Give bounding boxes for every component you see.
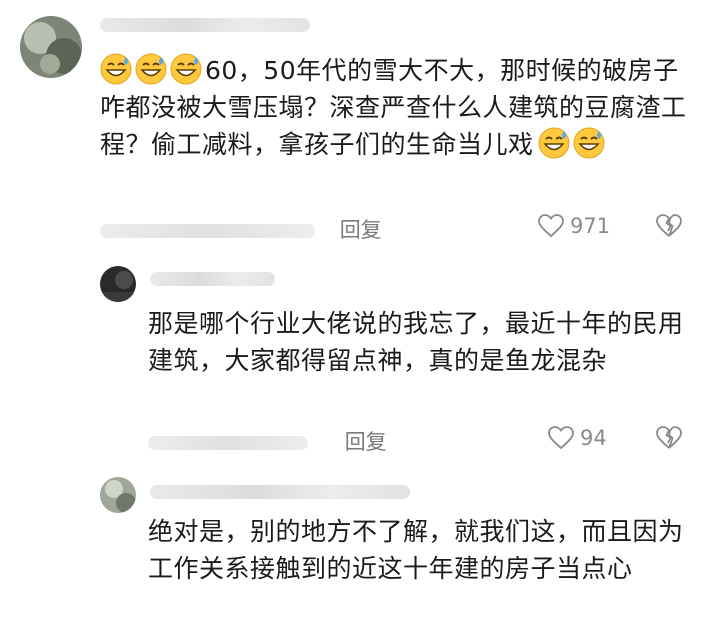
broken-heart-icon xyxy=(656,214,682,237)
grinning-sweat-emoji xyxy=(170,53,202,85)
comment-text-body: 绝对是，别的地方不了解，就我们这，而且因为工作关系接触到的近这十年建的房子当点心 xyxy=(148,517,684,583)
dislike-button[interactable] xyxy=(656,426,682,454)
heart-outline-icon xyxy=(538,214,564,238)
comment-meta: 回复 xyxy=(100,214,382,244)
like-button[interactable]: 971 xyxy=(538,214,610,238)
comment-text: 那是哪个行业大佬说的我忘了，最近十年的民用建筑，大家都得留点神，真的是鱼龙混杂 xyxy=(148,305,693,379)
username[interactable] xyxy=(150,485,410,499)
timestamp-location xyxy=(148,436,308,450)
comment-text: 60，50年代的雪大不大，那时候的破房子咋都没被大雪压塌？深查严查什么人建筑的豆… xyxy=(100,52,690,163)
comment-meta: 回复 xyxy=(148,426,387,456)
reply-button[interactable]: 回复 xyxy=(345,430,387,454)
comment-item: 那是哪个行业大佬说的我忘了，最近十年的民用建筑，大家都得留点神，真的是鱼龙混杂 … xyxy=(0,250,720,465)
comment-item: 绝对是，别的地方不了解，就我们这，而且因为工作关系接触到的近这十年建的房子当点心 xyxy=(0,465,720,635)
grinning-sweat-emoji xyxy=(538,127,570,159)
username[interactable] xyxy=(100,18,310,32)
reply-button[interactable]: 回复 xyxy=(340,218,382,242)
like-count: 971 xyxy=(570,214,611,238)
comment-text: 绝对是，别的地方不了解，就我们这，而且因为工作关系接触到的近这十年建的房子当点心 xyxy=(148,513,693,587)
like-count: 94 xyxy=(580,426,607,450)
avatar[interactable] xyxy=(100,477,136,513)
comment-text-body: 那是哪个行业大佬说的我忘了，最近十年的民用建筑，大家都得留点神，真的是鱼龙混杂 xyxy=(148,309,684,375)
broken-heart-icon xyxy=(656,426,682,449)
grinning-sweat-emoji xyxy=(100,53,132,85)
dislike-button[interactable] xyxy=(656,214,682,242)
grinning-sweat-emoji xyxy=(573,127,605,159)
heart-outline-icon xyxy=(548,426,574,450)
timestamp-location xyxy=(100,224,315,238)
avatar[interactable] xyxy=(20,16,82,78)
username[interactable] xyxy=(150,272,275,286)
like-button[interactable]: 94 xyxy=(548,426,607,450)
avatar[interactable] xyxy=(100,266,136,302)
grinning-sweat-emoji xyxy=(135,53,167,85)
comment-item: 60，50年代的雪大不大，那时候的破房子咋都没被大雪压塌？深查严查什么人建筑的豆… xyxy=(0,0,720,250)
